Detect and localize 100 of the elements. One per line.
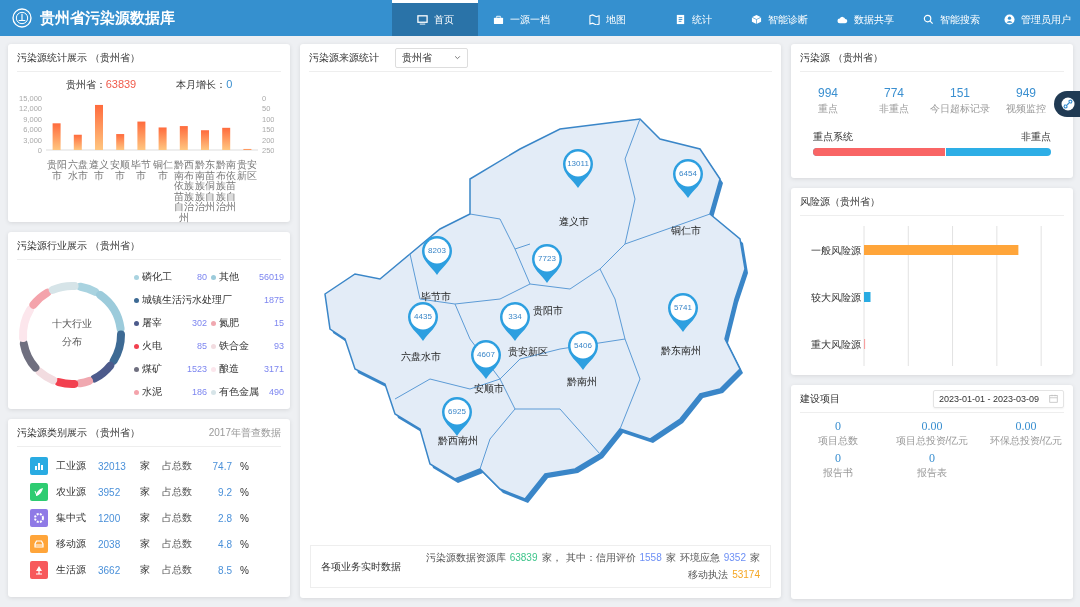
link-icon: [1061, 97, 1075, 111]
city-label: 黔西南州: [438, 434, 478, 448]
donut-center-label: 十大行业: [52, 316, 92, 331]
legend-value: 85: [197, 341, 207, 351]
unit-label: 家: [140, 537, 151, 551]
growth-label: 本月增长：: [176, 79, 227, 90]
city-label: 黔东南州: [661, 344, 701, 358]
share-value: 74.7: [211, 460, 232, 472]
nav-tab[interactable]: 一源一档: [478, 0, 564, 36]
panel-title: 污染源 （贵州省）: [800, 50, 883, 65]
legend-label: 火电: [142, 339, 162, 353]
growth-value: 0: [226, 78, 233, 90]
nav-tab[interactable]: 地图: [564, 0, 650, 36]
stat-value: 0: [929, 451, 935, 466]
date-range-field[interactable]: 2023-01-01 - 2023-03-09: [932, 389, 1064, 408]
category-name: 工业源: [56, 459, 87, 473]
map-pin: 5741: [666, 291, 700, 333]
legend-value: 93: [274, 341, 284, 351]
bar: [222, 127, 231, 150]
bar: [116, 134, 125, 150]
axis-category-label: 黔南布依族苗族自治州: [216, 160, 237, 214]
nav-tab[interactable]: 智能搜索: [908, 0, 994, 36]
legend-value: 56019: [258, 272, 284, 282]
share-value: 4.8: [217, 538, 232, 550]
region-select[interactable]: 贵州省: [395, 47, 468, 68]
bar-label: 非重点: [1021, 130, 1051, 144]
unit-label: 家: [140, 511, 151, 525]
total-value: 63839: [105, 78, 137, 90]
bar: [73, 134, 82, 150]
panel-title: 污染源来源统计: [309, 50, 379, 65]
link-button[interactable]: [1054, 91, 1080, 117]
stat-label: 视频监控: [1006, 102, 1046, 116]
category-name: 农业源: [56, 485, 87, 499]
legend-value: 186: [191, 387, 207, 397]
map-pin: 4435: [406, 300, 440, 342]
nav-tab[interactable]: 数据共享: [822, 0, 908, 36]
map-pin: 8203: [420, 234, 454, 276]
share-label: 占总数: [162, 459, 193, 473]
search-icon: [922, 14, 934, 25]
legend-value: 15: [274, 318, 284, 328]
axis-category-label: 安顺市: [110, 160, 131, 183]
stat-value: 0.00: [1015, 419, 1037, 434]
briefcase-icon: [492, 14, 504, 25]
axis-category-label: 黔东南苗族侗族自治州: [194, 160, 215, 214]
city-label: 黔南州: [567, 375, 597, 389]
axis-category-label: 黔西南布依族苗族自治州: [173, 160, 194, 223]
category-name: 生活源: [56, 563, 87, 577]
stat-label: 项目总数: [818, 434, 858, 448]
axis-category-label: 六盘水市: [67, 160, 88, 183]
legend-label: 煤矿: [142, 362, 162, 376]
legend-label: 磷化工: [142, 270, 172, 284]
donut-center-label: 分布: [62, 334, 82, 349]
legend-value: 1523: [186, 364, 207, 374]
nav-tab[interactable]: 智能诊断: [736, 0, 822, 36]
stat-label: 环境应急: [679, 551, 720, 565]
stat-value: 63839: [509, 552, 538, 563]
risk-category-label: 较大风险源: [811, 292, 861, 303]
monitor-icon: [416, 14, 428, 25]
stat-label: 非重点: [879, 102, 909, 116]
emblem-icon: [12, 8, 32, 28]
stat-label: 今日超标记录: [930, 102, 990, 116]
axis-category-label: 贵安新区: [237, 160, 258, 183]
share-value: 9.2: [217, 486, 232, 498]
risk-category-label: 一般风险源: [811, 245, 861, 256]
share-label: 占总数: [162, 485, 193, 499]
stat-value: 1558: [639, 552, 662, 563]
city-label: 贵阳市: [533, 304, 563, 318]
percent-sign: %: [240, 512, 250, 524]
panel-title: 污染源统计展示 （贵州省）: [17, 50, 140, 65]
share-value: 2.8: [217, 512, 232, 524]
map-pin: 334: [498, 300, 532, 342]
cube-icon: [750, 14, 762, 25]
stat-label: 环保总投资/亿元: [989, 434, 1063, 448]
city-label: 安顺市: [474, 382, 504, 396]
risk-category-label: 重大风险源: [811, 339, 861, 350]
data-source-note: 2017年普查数据: [208, 425, 281, 440]
bar: [158, 127, 167, 150]
panel-title: 建设项目: [800, 391, 840, 406]
axis-category-label: 毕节市: [131, 160, 152, 183]
stat-label: 报告书: [823, 466, 853, 480]
category-count: 2038: [98, 538, 122, 550]
axis-category-label: 贵阳市: [46, 160, 67, 183]
city-label: 铜仁市: [671, 224, 701, 238]
map-pin: 4607: [469, 338, 503, 380]
document-icon: [674, 14, 686, 25]
user-icon: [1003, 14, 1015, 25]
cloud-icon: [836, 14, 848, 25]
legend-value: 80: [197, 272, 207, 282]
nav-tab[interactable]: 统计: [650, 0, 736, 36]
stat-value: 774: [884, 86, 904, 100]
stat-label: 污染源数据资源库: [425, 551, 506, 565]
app-title: 贵州省污染源数据库: [40, 8, 175, 28]
stat-label: 项目总投资/亿元: [895, 434, 969, 448]
stat-value: 151: [950, 86, 970, 100]
axis-category-label: 铜仁市: [152, 160, 173, 183]
nav-tab[interactable]: 首页: [392, 0, 478, 36]
map-pin: 6925: [440, 395, 474, 437]
share-label: 占总数: [162, 511, 193, 525]
map-pin: 13011: [561, 147, 595, 189]
nav-tab[interactable]: 管理员用户: [994, 0, 1080, 36]
